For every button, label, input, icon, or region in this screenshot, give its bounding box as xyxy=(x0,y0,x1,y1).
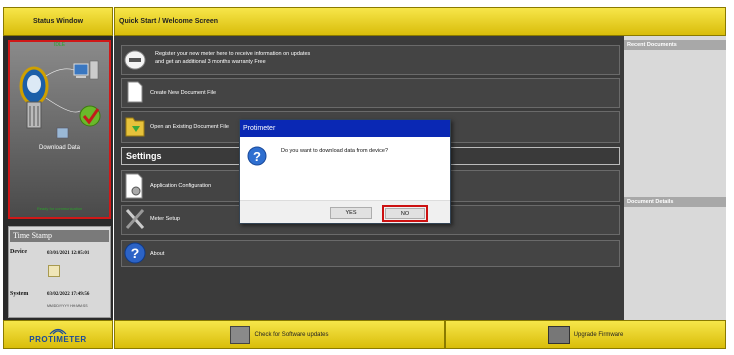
check-software-updates-label: Check for Software updates xyxy=(254,331,329,338)
yes-button[interactable]: YES xyxy=(330,207,372,219)
document-details-header: Document Details xyxy=(624,197,726,207)
upgrade-firmware-button[interactable]: Upgrade Firmware xyxy=(445,320,726,349)
tools-icon xyxy=(125,209,145,229)
dialog-message: Do you want to download data from device… xyxy=(281,148,389,154)
logo-waves-icon xyxy=(49,328,67,335)
time-format-label: MM/DD/YYYY HH:MM:SS xyxy=(47,304,88,308)
status-state-text: IDLE xyxy=(53,42,66,48)
recent-documents-header: Recent Documents xyxy=(624,40,726,50)
system-time-value: 03/02/2022 17:49:56 xyxy=(47,292,90,297)
config-document-icon xyxy=(125,173,143,199)
check-software-updates-button[interactable]: Check for Software updates xyxy=(114,320,445,349)
welcome-screen-header: Quick Start / Welcome Screen xyxy=(114,7,726,36)
dialog-title: Protimeter xyxy=(240,120,450,137)
firmware-icon xyxy=(547,325,570,344)
help-icon: ? xyxy=(124,242,146,264)
sync-time-icon[interactable] xyxy=(48,265,60,277)
computer-icon xyxy=(73,60,99,80)
svg-text:?: ? xyxy=(253,149,261,164)
application-configuration-label: Application Configuration xyxy=(150,183,212,189)
status-connection-text: Ready for communication xyxy=(36,206,83,211)
meter-device-icon xyxy=(19,66,49,129)
device-time-value: 03/01/2021 12:05:01 xyxy=(47,251,90,256)
download-icon xyxy=(56,127,69,139)
svg-text:?: ? xyxy=(131,245,140,261)
status-window-header: Status Window xyxy=(3,7,113,36)
register-text-line-1: Register your new meter here to receive … xyxy=(155,51,311,57)
no-button[interactable]: NO xyxy=(385,208,425,219)
upgrade-firmware-label: Upgrade Firmware xyxy=(573,331,624,338)
register-text-line-2: and get an additional 3 months warranty … xyxy=(155,59,266,65)
system-time-label: System xyxy=(10,291,29,297)
create-document-label: Create New Document File xyxy=(150,90,217,96)
open-document-label: Open an Existing Document File xyxy=(150,124,229,130)
register-icon xyxy=(124,50,146,70)
about-row[interactable] xyxy=(121,240,620,267)
about-label: About xyxy=(150,251,165,257)
printer-icon xyxy=(230,325,251,344)
download-data-label[interactable]: Download Data xyxy=(10,145,109,151)
open-folder-icon xyxy=(125,117,145,137)
protimeter-logo: PROTIMETER xyxy=(3,320,113,349)
right-panel xyxy=(624,36,726,320)
new-document-icon xyxy=(127,81,143,103)
logo-text: PROTIMETER xyxy=(29,335,87,344)
meter-connection-illustration xyxy=(19,60,101,139)
time-stamp-title: Time Stamp xyxy=(10,230,109,242)
meter-setup-label: Meter Setup xyxy=(150,216,180,222)
checkmark-icon xyxy=(79,105,101,127)
device-time-label: Device xyxy=(10,249,27,255)
question-icon: ? xyxy=(247,146,267,166)
